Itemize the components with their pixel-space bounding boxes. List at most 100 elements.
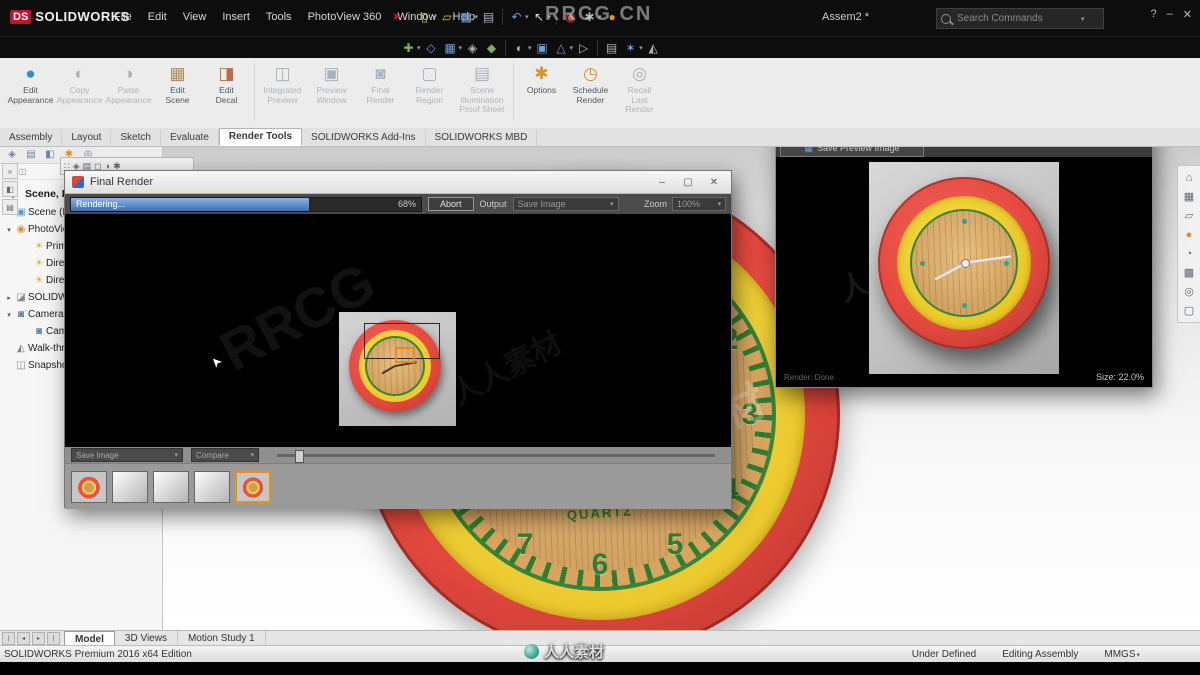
- magnifier-icon[interactable]: ◎: [1180, 282, 1198, 301]
- print-icon[interactable]: ▤: [480, 7, 497, 27]
- tile-windows-icon[interactable]: ▦: [1180, 187, 1198, 206]
- insert-components-icon[interactable]: ✚: [400, 38, 417, 58]
- final-render-window[interactable]: Final Render – ▢ ✕ Rendering... 68% Abor…: [64, 170, 732, 509]
- tab-sketch[interactable]: Sketch: [111, 130, 161, 146]
- search-caret-icon[interactable]: ▾: [1081, 15, 1085, 23]
- split-pane-icon[interactable]: ◫: [19, 167, 27, 176]
- menu-tools[interactable]: Tools: [258, 8, 300, 26]
- collapse-panel-icon[interactable]: »: [2, 163, 18, 179]
- schedule-render-button[interactable]: ◷ Schedule Render: [566, 62, 615, 105]
- compare-mode-select[interactable]: Compare ▾: [191, 448, 259, 462]
- panel-view-icon[interactable]: ◧: [2, 181, 18, 197]
- menu-view[interactable]: View: [175, 8, 215, 26]
- render-thumbnail[interactable]: [71, 470, 107, 503]
- new-document-caret-icon[interactable]: ▾: [433, 13, 437, 21]
- tab-evaluate[interactable]: Evaluate: [161, 130, 219, 146]
- render-region-handle[interactable]: [395, 347, 415, 363]
- exploded-view-caret-icon[interactable]: ▾: [639, 44, 643, 52]
- exploded-view-icon[interactable]: ✶: [622, 38, 639, 58]
- render-thumbnail[interactable]: [112, 470, 148, 503]
- expand-icon[interactable]: ▢: [1180, 301, 1198, 320]
- render-thumbnail[interactable]: [153, 470, 189, 503]
- search-input[interactable]: [955, 12, 1079, 25]
- home-icon[interactable]: ⌂: [1180, 168, 1198, 187]
- mate-icon[interactable]: ◇: [423, 38, 440, 58]
- preview-canvas[interactable]: 人人素材 Render: Done Size: 22.0%: [776, 157, 1152, 386]
- show-hide-icon[interactable]: ◐: [511, 38, 528, 58]
- scene-illumination-proof-sheet-button[interactable]: ▤ Scene Illumination Proof Sheet: [454, 62, 510, 115]
- new-document-icon[interactable]: ▯: [416, 7, 433, 27]
- bill-of-materials-icon[interactable]: ▤: [603, 38, 620, 58]
- compare-image-select[interactable]: Save Image ▾: [71, 448, 183, 462]
- tab-layout[interactable]: Layout: [62, 130, 112, 146]
- instant-3d-icon[interactable]: ◭: [645, 38, 662, 58]
- save-icon[interactable]: ▦: [458, 7, 475, 27]
- edit-appearance-button[interactable]: ● Edit Appearance: [6, 62, 55, 105]
- recall-last-render-button[interactable]: ◎ Recall Last Render: [615, 62, 664, 115]
- tab-scroll-end-icon[interactable]: ❘: [47, 632, 60, 645]
- smart-fasteners-icon[interactable]: ◈: [464, 38, 481, 58]
- edit-scene-button[interactable]: ▦ Edit Scene: [153, 62, 202, 105]
- tab-motion-study-1[interactable]: Motion Study 1: [178, 631, 266, 646]
- insert-components-caret-icon[interactable]: ▾: [417, 44, 421, 52]
- tab-scroll-left-icon[interactable]: ◂: [17, 632, 30, 645]
- render-region-button[interactable]: ▢ Render Region: [405, 62, 454, 105]
- menu-photoview-360[interactable]: PhotoView 360: [300, 8, 390, 26]
- linear-pattern-icon[interactable]: ▦: [442, 38, 459, 58]
- slider-handle[interactable]: [294, 449, 304, 463]
- configuration-manager-tab-icon[interactable]: ◧: [42, 149, 58, 160]
- preview-window-button[interactable]: ▣ Preview Window: [307, 62, 356, 105]
- help-icon[interactable]: ?: [1151, 8, 1157, 21]
- tab-solidworks-add-ins[interactable]: SOLIDWORKS Add-Ins: [302, 130, 426, 146]
- pin-menu-icon[interactable]: ➤: [392, 10, 401, 23]
- close-icon[interactable]: ✕: [704, 177, 724, 188]
- output-select[interactable]: Save Image ▾: [512, 197, 619, 211]
- final-render-titlebar[interactable]: Final Render – ▢ ✕: [65, 171, 731, 194]
- undo-caret-icon[interactable]: ▾: [525, 13, 529, 21]
- pie-view-icon[interactable]: ◔: [1180, 244, 1198, 263]
- units-selector[interactable]: MMGS ▾: [1104, 649, 1140, 660]
- panel-list-icon[interactable]: ▤: [2, 199, 18, 215]
- tab-3d-views[interactable]: 3D Views: [115, 631, 178, 646]
- close-icon[interactable]: ✕: [1183, 8, 1192, 21]
- paste-appearance-button[interactable]: ◑ Paste Appearance: [104, 62, 153, 105]
- tab-scroll-start-icon[interactable]: ❘: [2, 632, 15, 645]
- appearance-ball-icon[interactable]: ●: [1180, 225, 1198, 244]
- compare-slider[interactable]: [277, 449, 715, 463]
- grid-icon[interactable]: ▩: [1180, 263, 1198, 282]
- options-button[interactable]: ✱ Options: [517, 62, 566, 96]
- save-caret-icon[interactable]: ▾: [475, 13, 479, 21]
- render-thumbnail[interactable]: [194, 470, 230, 503]
- tab-assembly[interactable]: Assembly: [0, 130, 63, 146]
- motion-study-icon[interactable]: ▷: [575, 38, 592, 58]
- tab-solidworks-mbd[interactable]: SOLIDWORKS MBD: [426, 130, 538, 146]
- tab-render-tools[interactable]: Render Tools: [218, 128, 303, 146]
- render-canvas[interactable]: RRCG 人人素材 ➤: [65, 214, 731, 447]
- edit-decal-button[interactable]: ◨ Edit Decal: [202, 62, 251, 105]
- property-manager-tab-icon[interactable]: ▤: [23, 149, 39, 160]
- render-thumbnail-selected[interactable]: [235, 470, 271, 503]
- expand-arrow-icon[interactable]: ▾: [4, 226, 14, 234]
- abort-button[interactable]: Abort: [428, 197, 474, 211]
- zoom-select[interactable]: 100% ▾: [672, 197, 726, 211]
- show-hide-caret-icon[interactable]: ▾: [528, 44, 532, 52]
- linear-pattern-caret-icon[interactable]: ▾: [459, 44, 463, 52]
- folder-icon[interactable]: ▱: [1180, 206, 1198, 225]
- reference-geometry-icon[interactable]: △: [553, 38, 570, 58]
- final-render-button[interactable]: ◙ Final Render: [356, 62, 405, 105]
- maximize-icon[interactable]: ▢: [678, 177, 698, 188]
- feature-manager-tab-icon[interactable]: ◈: [4, 149, 20, 160]
- assembly-features-icon[interactable]: ▣: [534, 38, 551, 58]
- copy-appearance-button[interactable]: ◐ Copy Appearance: [55, 62, 104, 105]
- menu-insert[interactable]: Insert: [214, 8, 258, 26]
- undo-icon[interactable]: ↶: [508, 7, 525, 27]
- reference-geometry-caret-icon[interactable]: ▾: [570, 44, 574, 52]
- minimize-icon[interactable]: –: [1167, 8, 1173, 21]
- menu-edit[interactable]: Edit: [140, 8, 175, 26]
- tab-scroll-right-icon[interactable]: ▸: [32, 632, 45, 645]
- minimize-icon[interactable]: –: [652, 177, 672, 188]
- open-icon[interactable]: ▱: [439, 7, 456, 27]
- expand-arrow-icon[interactable]: ▾: [4, 311, 14, 319]
- search-commands-box[interactable]: ▾: [936, 8, 1104, 29]
- menu-file[interactable]: File: [106, 8, 140, 26]
